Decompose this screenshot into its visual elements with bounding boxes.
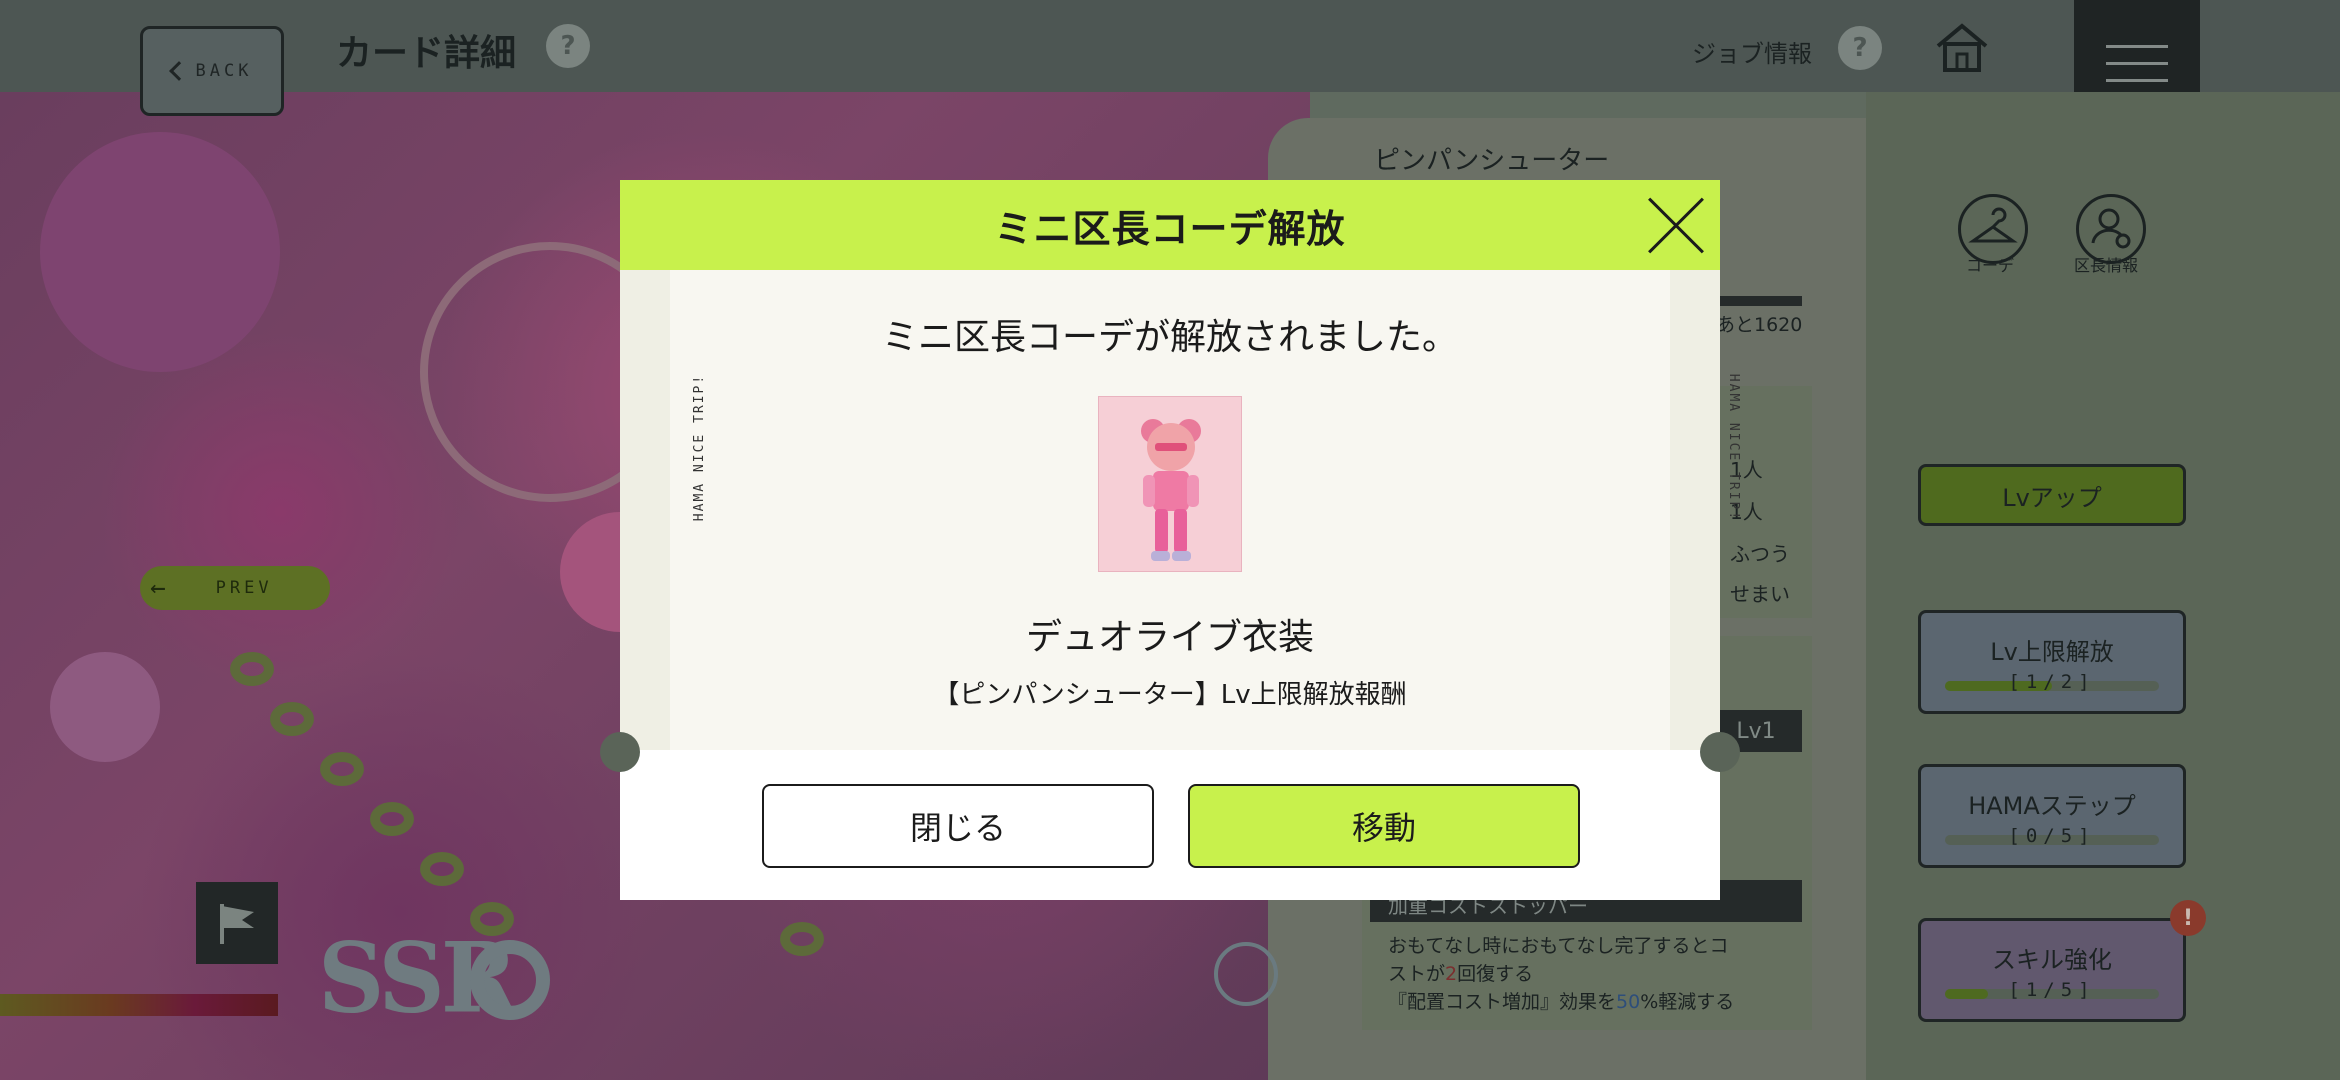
close-icon[interactable] bbox=[1644, 194, 1708, 258]
back-label: BACK bbox=[195, 61, 253, 81]
ticket-side-text: HAMA NICE TRIP! bbox=[1726, 373, 1742, 522]
limit-break-label: Lv上限解放 bbox=[1990, 637, 2114, 666]
unlock-dialog: ミニ区長コーデ解放 HAMA NICE TRIP! HAMA NICE TRIP… bbox=[600, 180, 1741, 900]
art-chain bbox=[370, 802, 414, 836]
art-chain bbox=[270, 702, 314, 736]
job-info-link[interactable]: ジョブ情報 bbox=[1692, 34, 1812, 69]
art-chain bbox=[320, 752, 364, 786]
flag-button[interactable] bbox=[196, 882, 278, 964]
progress-fill bbox=[1945, 988, 1988, 999]
skill-description: おもてなし時におもてなし完了するとコ ストが2回復する 『配置コスト増加』効果を… bbox=[1388, 932, 1808, 1016]
dialog-message: ミニ区長コーデが解放されました。 bbox=[881, 317, 1458, 358]
flag-icon bbox=[220, 904, 254, 944]
move-button[interactable]: 移動 bbox=[1188, 784, 1580, 868]
menu-line bbox=[2106, 78, 2168, 82]
back-button[interactable]: BACK bbox=[140, 26, 284, 116]
skill-desc-percent: 50 bbox=[1616, 991, 1641, 1013]
art-chain bbox=[230, 652, 274, 686]
ward-info-label: 区長情報 bbox=[2074, 256, 2139, 275]
page-title: カード詳細 bbox=[336, 33, 517, 74]
skill-desc-text: 回復する bbox=[1457, 963, 1534, 985]
menu-line bbox=[2106, 44, 2168, 48]
exp-remaining: あと1620 bbox=[1716, 314, 1803, 336]
rarity-emblem-icon bbox=[470, 940, 550, 1020]
job-help-icon[interactable]: ? bbox=[1838, 26, 1882, 70]
hama-step-label: HAMAステップ bbox=[1968, 791, 2136, 820]
art-panda bbox=[50, 652, 160, 762]
hama-step-progress: [0/5] bbox=[1945, 825, 2159, 847]
menu-line bbox=[2106, 61, 2168, 65]
close-button[interactable]: 閉じる bbox=[762, 784, 1154, 868]
costume-name: デュオライブ衣装 bbox=[1025, 617, 1314, 658]
notice-badge: ! bbox=[2170, 900, 2206, 936]
arrow-left-icon: ← bbox=[150, 573, 170, 603]
chibi-character-image bbox=[1141, 419, 1201, 561]
coord-label: コーデ bbox=[1966, 256, 2015, 275]
rarity-bar bbox=[0, 994, 278, 1016]
stat-value: ふつう bbox=[1730, 542, 1790, 566]
costume-thumbnail bbox=[1098, 396, 1242, 572]
art-chain bbox=[420, 852, 464, 886]
ticket-notch bbox=[1700, 732, 1740, 772]
hama-step-progress-text: [0/5] bbox=[2008, 824, 2096, 847]
lv-up-label: Lvアップ bbox=[2002, 483, 2102, 512]
swap-view-icon[interactable] bbox=[1214, 942, 1278, 1006]
ticket-side-text: HAMA NICE TRIP! bbox=[692, 373, 708, 522]
lv-up-button[interactable]: Lvアップ bbox=[1918, 464, 2186, 526]
home-icon[interactable] bbox=[1934, 22, 1990, 72]
chevron-left-icon bbox=[168, 61, 189, 81]
job-name: ピンパンシューター bbox=[1374, 146, 1610, 176]
limit-break-button[interactable]: Lv上限解放 [1/2] bbox=[1918, 610, 2186, 714]
hama-step-button[interactable]: HAMAステップ [0/5] bbox=[1918, 764, 2186, 868]
art-chain bbox=[780, 922, 824, 956]
skill-desc-line: おもてなし時におもてなし完了するとコ bbox=[1388, 935, 1729, 957]
costume-source: 【ピンパンシューター】Lv上限解放報酬 bbox=[933, 680, 1407, 710]
skill-up-label: スキル強化 bbox=[1992, 945, 2112, 974]
prev-label: PREV bbox=[215, 578, 273, 598]
skill-desc-text: %軽減する bbox=[1640, 991, 1735, 1013]
skill-up-button[interactable]: スキル強化 [1/5] bbox=[1918, 918, 2186, 1022]
stat-value: せまい bbox=[1730, 582, 1790, 606]
ticket-notch bbox=[600, 732, 640, 772]
dialog-title: ミニ区長コーデ解放 bbox=[994, 206, 1346, 251]
skill-up-progress-text: [1/5] bbox=[2008, 978, 2096, 1001]
exp-bar bbox=[1710, 296, 1802, 306]
art-blob bbox=[40, 132, 280, 372]
limit-break-progress-text: [1/2] bbox=[2008, 670, 2096, 693]
skill-desc-text: ストが bbox=[1388, 963, 1446, 985]
dialog-header: ミニ区長コーデ解放 bbox=[620, 180, 1720, 270]
prev-button[interactable]: ← PREV bbox=[140, 566, 330, 610]
skill-up-progress: [1/5] bbox=[1945, 979, 2159, 1001]
help-icon[interactable]: ? bbox=[546, 24, 590, 68]
skill-desc-text: 『配置コスト増加』効果を bbox=[1388, 991, 1617, 1013]
skill-desc-number: 2 bbox=[1445, 963, 1458, 985]
limit-break-progress: [1/2] bbox=[1945, 671, 2159, 693]
